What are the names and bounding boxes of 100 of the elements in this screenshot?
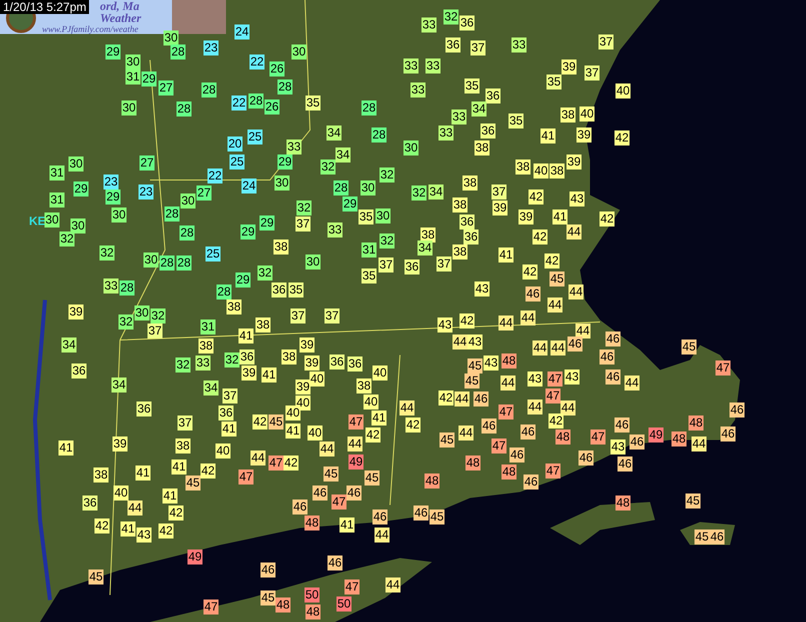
temperature-label: 44 [520,310,536,326]
temperature-label: 30 [68,156,84,172]
temperature-label: 44 [386,578,400,592]
temperature-label: 47 [548,372,562,386]
temperature-label: 36 [82,496,98,510]
temperature-label: 43 [438,318,452,332]
temperature-label: 37 [296,216,310,232]
temperature-label: 32 [296,200,312,216]
temperature-label: 42 [460,314,474,328]
temperature-label: 43 [474,282,490,296]
temperature-label: 47 [344,580,360,594]
temperature-label: 34 [472,102,486,116]
temperature-label: 36 [218,406,234,420]
temperature-label: 39 [112,436,128,452]
temperature-label: 47 [590,430,606,444]
temperature-label: 33 [426,58,440,74]
temperature-label: 49 [348,454,364,470]
temperature-label: 38 [176,438,190,454]
temperature-label: 41 [540,128,556,144]
temperature-label: 39 [296,380,310,394]
temperature-label: 35 [288,282,304,298]
temperature-label: 28 [334,180,348,196]
temperature-label: 38 [198,338,214,354]
temperature-label: 32 [258,266,272,280]
temperature-label: 48 [688,416,704,430]
temperature-label: 46 [578,450,594,466]
temperature-label: 44 [692,436,706,452]
temperature-label: 45 [550,272,564,286]
temperature-label: 31 [50,192,64,208]
temperature-label: 23 [104,174,118,190]
temperature-label: 43 [564,370,580,384]
temperature-label: 37 [290,308,306,324]
temperature-label: 44 [624,376,640,390]
temperature-label: 46 [372,510,388,524]
temperature-label: 32 [320,160,336,174]
temperature-label: 31 [126,70,140,84]
temperature-label: 49 [648,428,664,442]
temperature-label: 39 [562,60,576,74]
temperature-label: 32 [380,234,394,248]
temperature-label: 44 [500,376,516,390]
temperature-label: 38 [462,176,478,190]
temperature-label: 46 [414,506,428,520]
temperature-label: 29 [236,272,250,288]
temperature-label: 27 [158,80,174,96]
temperature-label: 37 [178,416,192,430]
temperature-label: 41 [172,460,186,474]
temperature-label: 28 [180,226,194,240]
temperature-label: 48 [556,430,570,444]
temperature-label: 41 [162,488,178,504]
banner-title: ord, Ma [100,0,140,12]
temperature-label: 45 [686,494,700,508]
temperature-label: 30 [70,218,86,234]
temperature-label: 32 [118,314,134,330]
temperature-label: 36 [240,350,254,364]
temperature-label: 22 [208,168,222,184]
temperature-label: 25 [248,130,262,144]
temperature-label: 30 [360,180,376,196]
temperature-label: 46 [292,500,308,514]
temperature-label: 46 [730,402,744,418]
temperature-label: 44 [320,442,334,456]
temperature-label: 40 [216,444,230,458]
temperature-label: 42 [284,456,298,470]
temperature-label: 40 [534,164,548,178]
temperature-label: 44 [400,400,414,416]
temperature-label: 33 [104,278,118,294]
temperature-label: 30 [112,208,126,222]
temperature-label: 38 [474,140,490,156]
temperature-label: 48 [276,598,290,612]
temperature-label: 35 [546,74,562,90]
temperature-label: 47 [268,456,284,470]
temperature-label: 36 [446,38,460,52]
temperature-label: 43 [528,372,542,386]
temperature-label: 48 [304,516,320,530]
temperature-label: 45 [682,340,696,354]
temperature-label: 44 [566,224,582,240]
temperature-label: 29 [240,224,256,240]
temperature-label: 44 [528,400,542,414]
temperature-label: 44 [550,340,566,356]
temperature-label: 42 [94,518,110,534]
temperature-label: 30 [292,44,306,60]
temperature-label: 42 [528,190,544,204]
temperature-label: 42 [544,254,560,268]
temperature-label: 47 [348,414,364,430]
temperature-label: 43 [136,528,152,542]
temperature-label: 46 [260,562,276,578]
temperature-label: 37 [598,34,614,50]
temperature-label: 34 [112,378,126,392]
temperature-label: 38 [274,240,288,254]
temperature-label: 32 [444,10,458,24]
temperature-label: 44 [576,324,590,338]
temperature-label: 44 [560,400,576,416]
temperature-label: 48 [672,432,686,446]
temperature-label: 36 [272,282,286,298]
temperature-label: 24 [242,178,256,194]
temperature-label: 40 [286,406,300,420]
temperature-label: 29 [106,44,120,60]
temperature-label: 39 [68,304,84,320]
temperature-label: 22 [232,96,246,110]
temperature-label: 46 [710,530,724,544]
temperature-label: 37 [324,308,340,324]
